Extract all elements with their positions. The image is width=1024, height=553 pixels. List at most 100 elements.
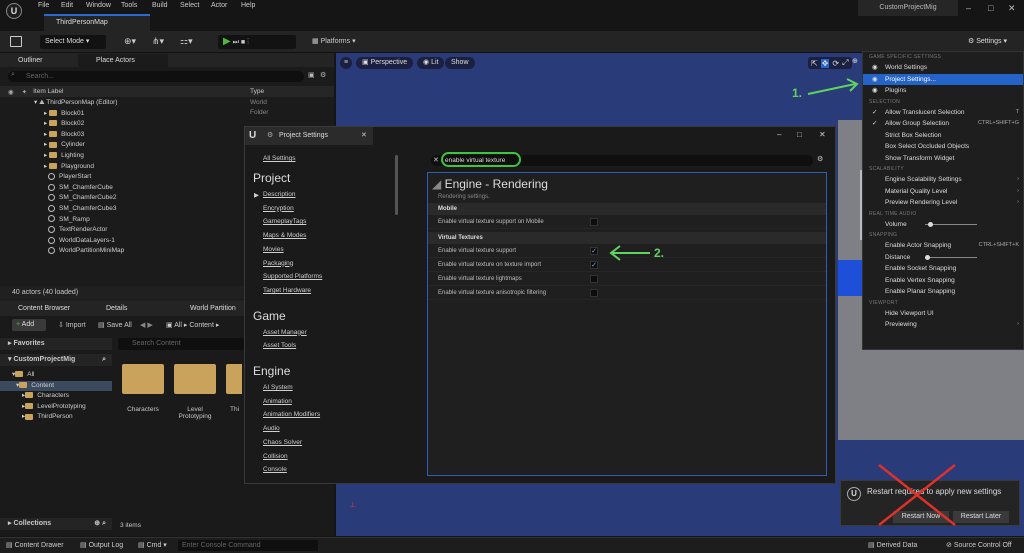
select-tool-icon[interactable]: ⇱ [811, 59, 818, 68]
nav-item[interactable]: Maps & Modes [263, 232, 306, 239]
nav-back-icon[interactable]: ◀ ▶ [140, 321, 153, 329]
property-checkbox[interactable] [590, 275, 598, 283]
menu-item[interactable]: ◉ Plugins [863, 85, 1023, 97]
visibility-icon[interactable]: ◉ [8, 88, 14, 96]
property-checkbox[interactable] [590, 218, 598, 226]
menu-item[interactable]: ✓ Allow Group Selection CTRL+SHIFT+G [863, 118, 1023, 130]
menu-actor[interactable]: Actor [211, 2, 227, 9]
ps-close-icon[interactable]: ✕ [819, 130, 826, 139]
folder-tree-item[interactable]: ▸ ThirdPerson [0, 412, 112, 423]
minimize-icon[interactable]: – [966, 3, 971, 13]
folder-icon[interactable] [226, 364, 242, 394]
derived-data-button[interactable]: ▤ Derived Data [868, 541, 917, 549]
slider-thumb[interactable] [927, 222, 933, 227]
menu-item[interactable]: Enable Planar Snapping [863, 286, 1023, 298]
nav-item[interactable]: Encryption [263, 205, 294, 212]
column-type[interactable]: Type [250, 88, 264, 95]
collections-header[interactable]: ▸ Collections ⊕ ⌕ [0, 518, 112, 530]
property-checkbox[interactable]: ✓ [590, 261, 598, 269]
translate-tool-icon[interactable]: ✥ [820, 58, 830, 68]
menu-window[interactable]: Window [86, 2, 111, 9]
tab-outliner[interactable]: Outliner [0, 53, 78, 67]
menu-item[interactable]: ✓ Allow Translucent Selection T [863, 107, 1023, 119]
play-icon[interactable]: ▶ [223, 36, 231, 47]
outliner-search-input[interactable]: Search... [8, 71, 304, 82]
breadcrumb-content[interactable]: Content [189, 322, 214, 329]
nav-item[interactable]: Chaos Solver [263, 439, 302, 446]
folder-tree-item[interactable]: ▾ Content [0, 380, 112, 392]
world-local-icon[interactable]: ⊕ [852, 57, 858, 65]
menu-item[interactable]: Show Transform Widget [863, 153, 1023, 165]
menu-item[interactable]: Box Select Occluded Objects [863, 141, 1023, 153]
menu-item[interactable]: ◉ World Settings [863, 62, 1023, 74]
clear-search-icon[interactable]: ✕ [433, 156, 439, 164]
slider-track[interactable] [925, 255, 977, 260]
folder-icon[interactable] [122, 364, 164, 394]
menu-item[interactable]: Preview Rendering Level › [863, 197, 1023, 209]
menu-help[interactable]: Help [241, 2, 255, 9]
menu-select[interactable]: Select [180, 2, 199, 9]
nav-item[interactable]: Collision [263, 453, 288, 460]
nav-item[interactable]: Audio [263, 425, 280, 432]
menu-build[interactable]: Build [152, 2, 168, 9]
menu-item[interactable]: ◉ Project Settings... [863, 73, 1023, 85]
favorites-header[interactable]: ▸ Favorites [0, 338, 112, 350]
nav-item[interactable]: Animation Modifiers [263, 411, 320, 418]
breadcrumb-all[interactable]: All [174, 322, 182, 329]
nav-item[interactable]: Description [263, 191, 296, 198]
settings-button[interactable]: ⚙ Settings ▾ [968, 37, 1007, 45]
menu-item[interactable]: Enable Socket Snapping [863, 263, 1023, 275]
tab-details[interactable]: Details [90, 305, 176, 312]
content-drawer-button[interactable]: ▤ Content Drawer [6, 541, 64, 549]
property-checkbox[interactable] [590, 289, 598, 297]
add-actor-icon[interactable]: ⊕▾ [124, 36, 136, 47]
nav-item[interactable]: Asset Manager [263, 329, 307, 336]
menu-file[interactable]: File [38, 2, 49, 9]
menu-tools[interactable]: Tools [121, 2, 137, 9]
source-control-button[interactable]: ⊘ Source Control Off [946, 541, 1012, 549]
platforms-button[interactable]: ▦ Platforms ▾ [312, 37, 356, 45]
nav-item[interactable]: Packaging [263, 260, 293, 267]
nav-item[interactable]: Supported Platforms [263, 273, 322, 280]
save-icon[interactable] [10, 36, 22, 47]
import-button[interactable]: ⇩ Import [58, 321, 86, 329]
maximize-icon[interactable]: □ [988, 3, 993, 13]
nav-item[interactable]: AI System [263, 384, 293, 391]
menu-item[interactable]: Enable Vertex Snapping [863, 275, 1023, 287]
menu-item[interactable]: Enable Actor Snapping CTRL+SHIFT+K [863, 240, 1023, 252]
console-input[interactable]: Enter Console Command [178, 540, 318, 551]
ps-maximize-icon[interactable]: □ [797, 130, 802, 139]
add-folder-icon[interactable]: ▣ [308, 71, 315, 79]
folder-tree-item[interactable]: ▸ Characters [0, 391, 112, 402]
slider-thumb[interactable] [925, 255, 930, 260]
save-all-button[interactable]: ▤ Save All [98, 321, 132, 329]
nav-item[interactable]: Asset Tools [263, 342, 296, 349]
property-checkbox[interactable]: ✓ [590, 247, 598, 255]
tree-root[interactable]: ▾ ⛰ ThirdPersonMap (Editor) World [0, 98, 334, 109]
nav-item[interactable]: GameplayTags [263, 218, 306, 225]
tab-place-actors[interactable]: Place Actors [78, 53, 168, 67]
menu-item[interactable]: Volume [863, 219, 1023, 231]
slider-track[interactable] [925, 222, 977, 227]
tab-thirdpersonmap[interactable]: ThirdPersonMap [44, 14, 150, 31]
menu-item[interactable]: Hide Viewport UI [863, 308, 1023, 320]
nav-item[interactable]: Movies [263, 246, 284, 253]
column-item-label[interactable]: Item Label [33, 88, 63, 95]
more-icon[interactable]: ⋮ [247, 39, 249, 46]
menu-edit[interactable]: Edit [61, 2, 73, 9]
scale-tool-icon[interactable]: ⤢ [842, 58, 848, 68]
outliner-settings-icon[interactable]: ⚙ [320, 71, 326, 79]
output-log-button[interactable]: ▤ Output Log [80, 541, 123, 549]
restart-later-button[interactable]: Restart Later [953, 511, 1009, 523]
folder-tree-item[interactable]: ▸ LevelPrototyping [0, 402, 112, 413]
step-icon[interactable]: ⏭ [233, 39, 239, 46]
settings-group-header[interactable]: Mobile [428, 203, 826, 215]
sequence-icon[interactable]: ⚏▾ [180, 36, 193, 47]
add-button[interactable]: + Add [12, 319, 46, 331]
table-row[interactable]: ▸ Block01 [0, 109, 334, 120]
project-settings-tab[interactable]: U ⚙ Project Settings ✕ [245, 127, 373, 145]
lit-button[interactable]: ◉ Lit [417, 57, 445, 69]
nav-item[interactable]: Target Hardware [263, 287, 311, 294]
folder-icon[interactable] [174, 364, 216, 394]
stop-icon[interactable]: ■ [241, 39, 245, 46]
